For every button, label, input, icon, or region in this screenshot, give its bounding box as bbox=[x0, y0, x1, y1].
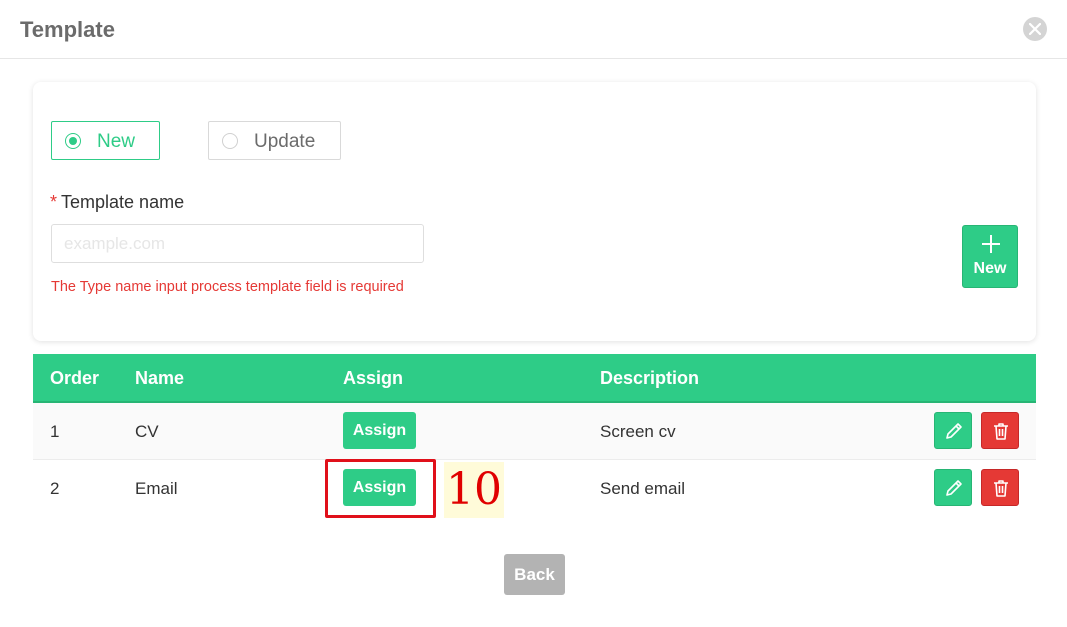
close-icon[interactable] bbox=[1023, 17, 1047, 41]
table-row: 1 CV Assign Screen cv bbox=[33, 403, 1036, 460]
required-marker: * bbox=[50, 192, 58, 212]
dialog-title: Template bbox=[20, 17, 115, 42]
radio-unchecked-icon bbox=[222, 133, 238, 149]
radio-new-label: New bbox=[97, 131, 136, 152]
column-header-assign: Assign bbox=[343, 368, 404, 388]
radio-new[interactable]: New bbox=[51, 121, 160, 160]
new-template-button-label: New bbox=[973, 260, 1007, 277]
row-order: 2 bbox=[50, 479, 60, 498]
row-description: Screen cv bbox=[600, 422, 676, 441]
row-order: 1 bbox=[50, 422, 60, 441]
trash-icon bbox=[994, 423, 1008, 440]
annotation-label: 10 bbox=[444, 462, 504, 518]
pencil-icon bbox=[946, 480, 962, 496]
column-header-name: Name bbox=[135, 368, 185, 388]
dialog-header: Template bbox=[0, 0, 1067, 59]
template-name-label-text: Template name bbox=[61, 192, 185, 212]
trash-icon bbox=[994, 480, 1008, 497]
plus-icon bbox=[982, 235, 1000, 253]
new-template-button[interactable]: New bbox=[962, 225, 1018, 288]
row-description: Send email bbox=[600, 479, 686, 498]
delete-button[interactable] bbox=[981, 469, 1019, 506]
validation-error: The Type name input process template fie… bbox=[51, 279, 404, 295]
back-button[interactable]: Back bbox=[504, 554, 565, 595]
column-header-description: Description bbox=[600, 368, 700, 388]
edit-button[interactable] bbox=[934, 412, 972, 449]
edit-button[interactable] bbox=[934, 469, 972, 506]
pencil-icon bbox=[946, 423, 962, 439]
row-name: Email bbox=[135, 479, 178, 498]
column-header-order: Order bbox=[50, 368, 100, 388]
delete-button[interactable] bbox=[981, 412, 1019, 449]
radio-checked-icon bbox=[65, 133, 81, 149]
radio-update[interactable]: Update bbox=[208, 121, 341, 160]
template-name-label: * Template name bbox=[50, 192, 184, 213]
template-name-input[interactable] bbox=[51, 224, 424, 263]
row-name: CV bbox=[135, 422, 159, 441]
table-row: 2 Email Assign Send email bbox=[33, 460, 1036, 517]
radio-update-label: Update bbox=[254, 131, 316, 152]
annotation-highlight-box bbox=[325, 459, 436, 518]
assign-button[interactable]: Assign bbox=[343, 412, 416, 449]
table-header: Order Name Assign Description bbox=[33, 354, 1036, 403]
